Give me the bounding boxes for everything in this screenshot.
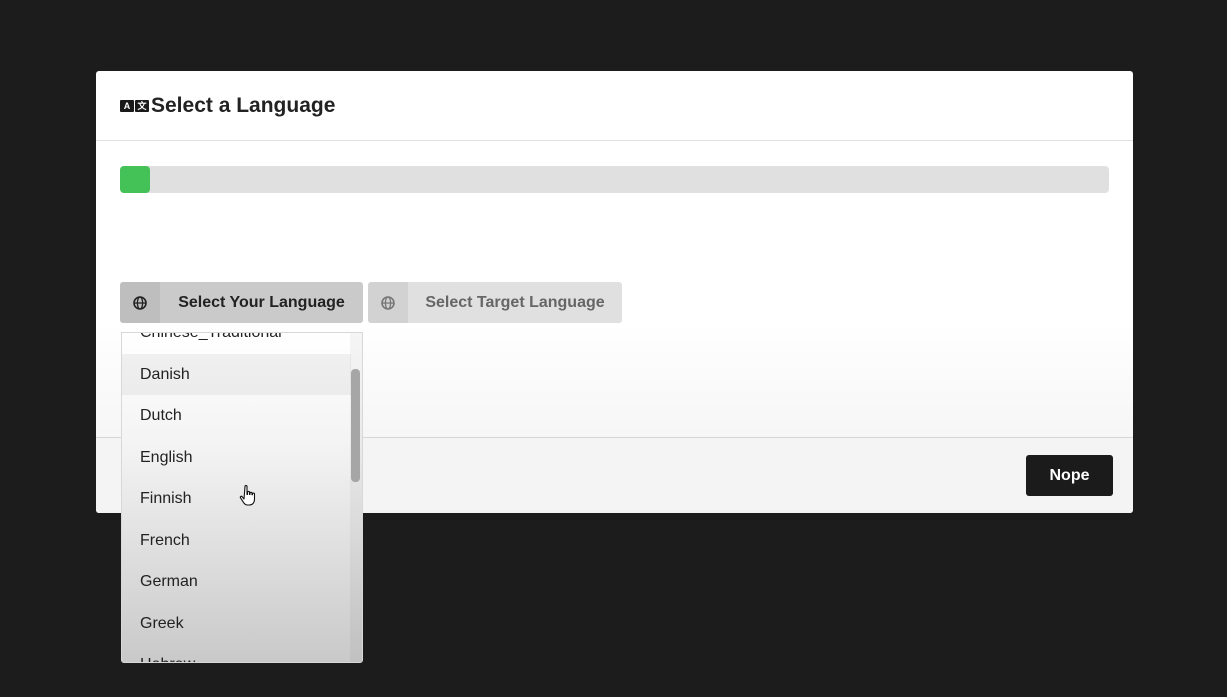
dialog-header: A 文 Select a Language <box>96 71 1133 141</box>
nope-button[interactable]: Nope <box>1026 455 1113 496</box>
translate-icon: A 文 <box>120 99 149 112</box>
globe-icon <box>120 282 160 323</box>
dropdown-scrollbar-thumb[interactable] <box>351 369 360 482</box>
dropdown-scrollbar[interactable] <box>350 333 362 662</box>
language-dropdown[interactable]: Chinese_Traditional Danish Dutch English… <box>121 332 363 663</box>
language-option[interactable]: French <box>122 520 351 562</box>
language-option[interactable]: Greek <box>122 603 351 645</box>
language-option[interactable]: Finnish <box>122 478 351 520</box>
select-your-language-button[interactable]: Select Your Language <box>120 282 363 323</box>
progress-bar <box>120 166 1109 193</box>
progress-bar-fill <box>120 166 150 193</box>
language-option[interactable]: Chinese_Traditional <box>122 333 351 354</box>
dialog-title: Select a Language <box>151 93 336 117</box>
language-option-list: Chinese_Traditional Danish Dutch English… <box>122 333 351 662</box>
language-option[interactable]: English <box>122 437 351 479</box>
select-your-language-label: Select Your Language <box>178 293 345 311</box>
select-target-language-button[interactable]: Select Target Language <box>368 282 622 323</box>
translate-icon-glyph-b: 文 <box>135 99 149 112</box>
translate-icon-glyph-a: A <box>120 99 134 112</box>
language-option[interactable]: Dutch <box>122 395 351 437</box>
select-target-language-label: Select Target Language <box>425 293 605 311</box>
language-option[interactable]: Hebrew <box>122 644 351 662</box>
language-option[interactable]: German <box>122 561 351 603</box>
language-option[interactable]: Danish <box>122 353 351 395</box>
globe-icon <box>368 282 408 323</box>
